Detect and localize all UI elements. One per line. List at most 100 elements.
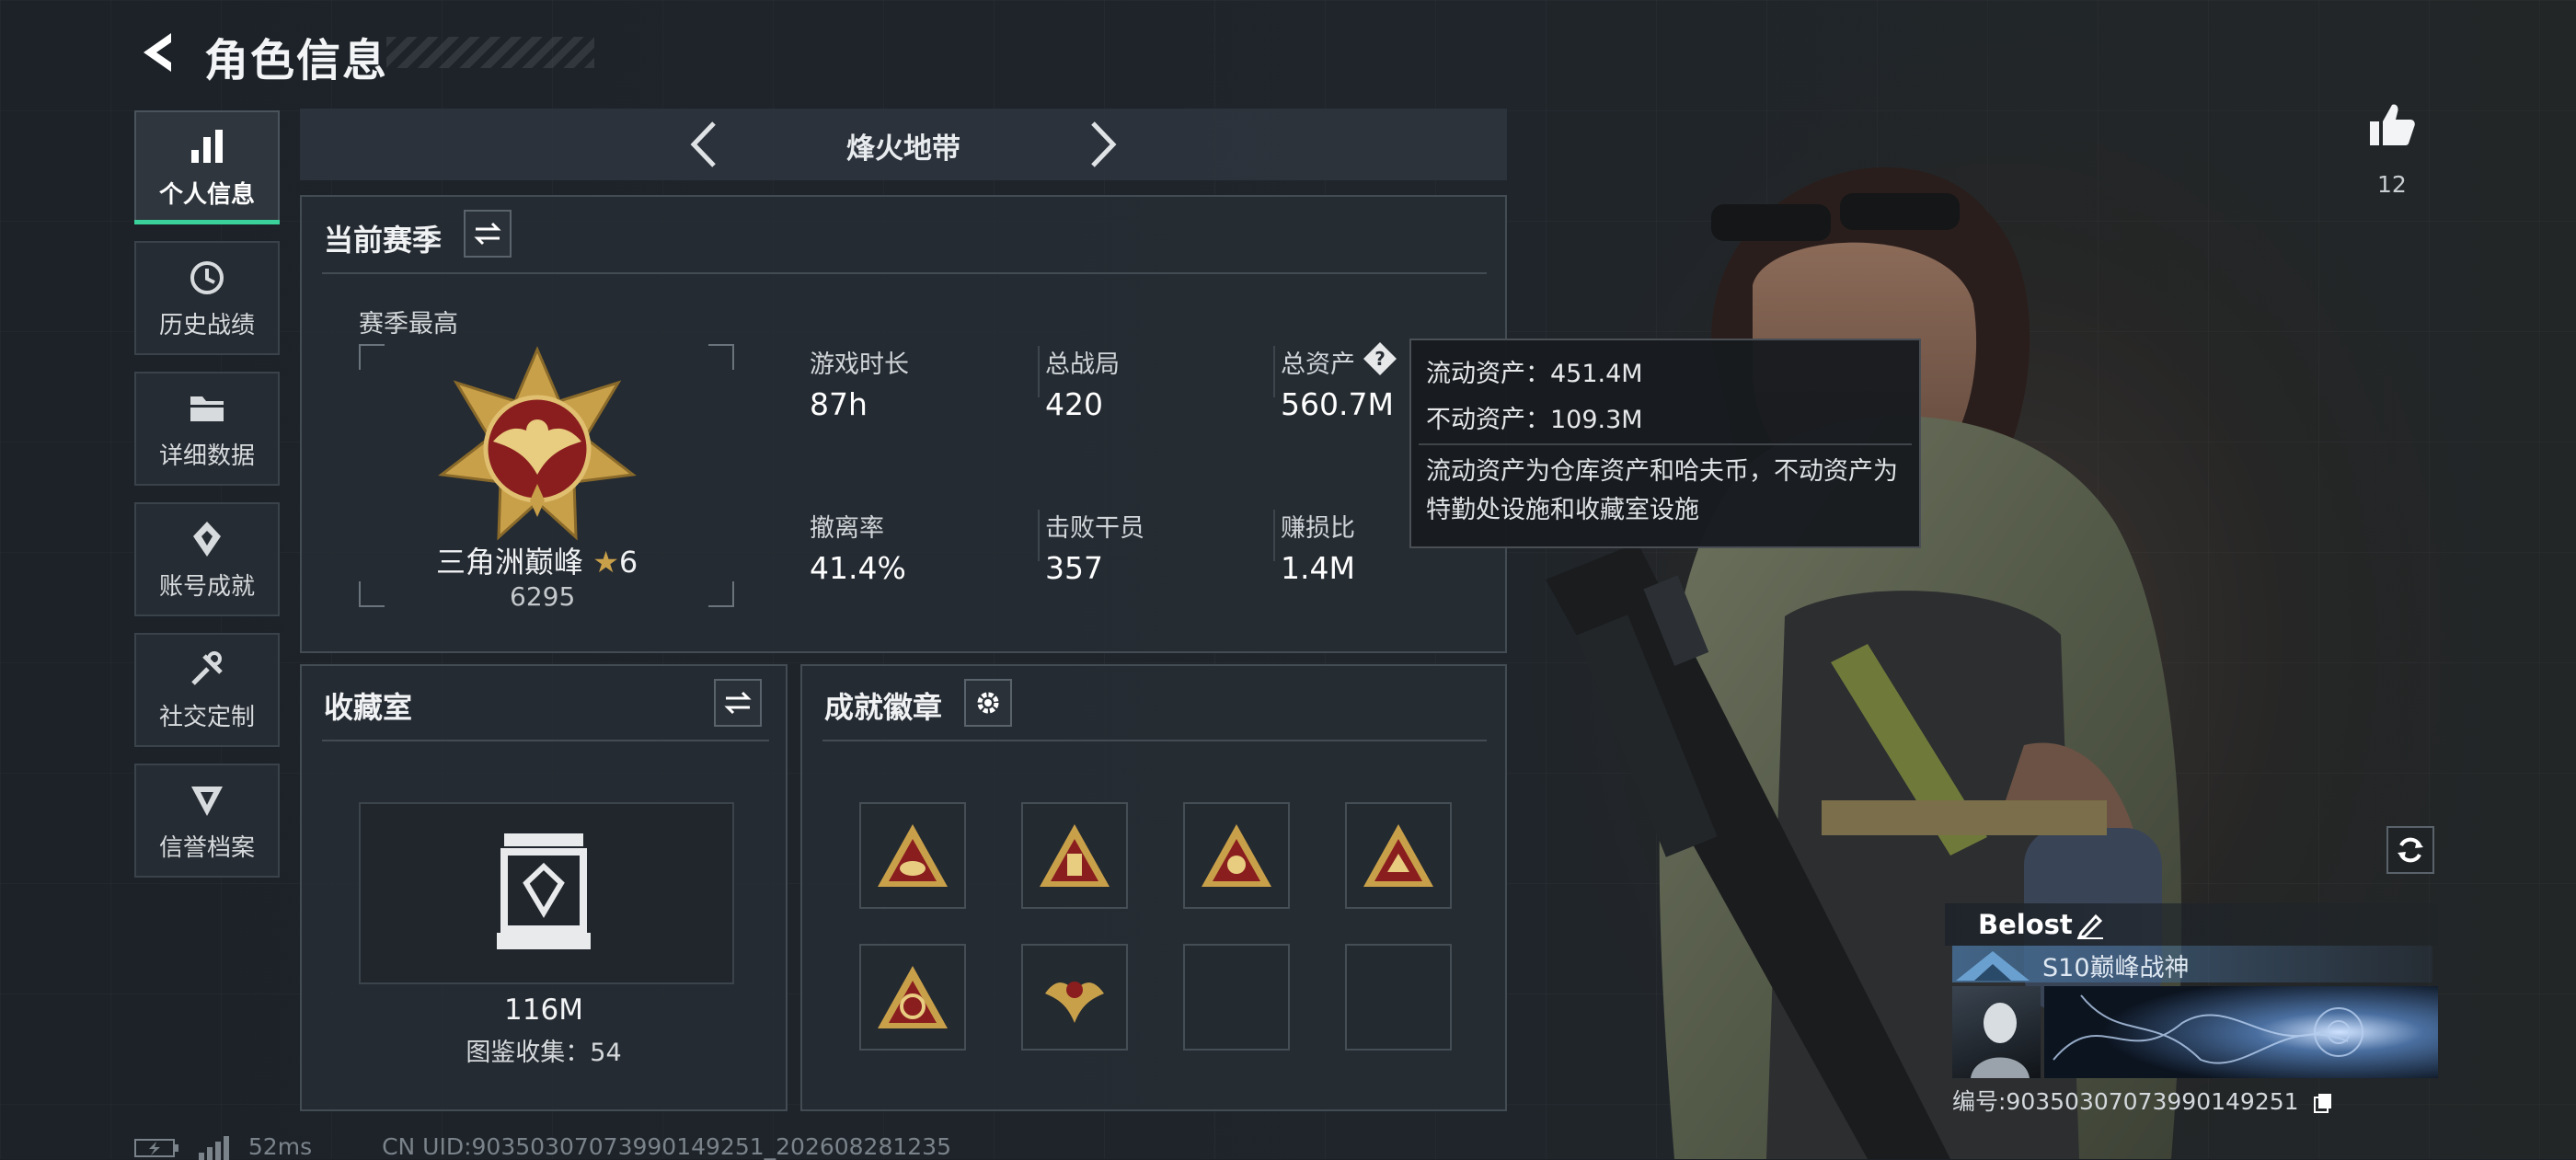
sidebar-item-label: 历史战绩 — [158, 311, 255, 339]
divider — [1419, 443, 1912, 445]
folder-icon — [190, 396, 224, 421]
badge-slot[interactable] — [1021, 944, 1128, 1051]
sidebar-item-social-custom[interactable]: 社交定制 — [134, 633, 280, 747]
collection-switch-button[interactable] — [714, 679, 762, 727]
stat-value-extraction-rate: 41.4% — [810, 550, 906, 586]
title-emblem-icon — [1956, 951, 2030, 981]
avatar[interactable] — [1952, 986, 2041, 1078]
battery-icon — [134, 1139, 178, 1157]
sidebar-item-label: 社交定制 — [158, 703, 255, 731]
thumbs-up-icon — [2370, 104, 2415, 145]
sidebar-item-personal-info[interactable]: 个人信息 — [134, 110, 280, 224]
frame-corner — [708, 344, 734, 370]
status-bar: 52ms CN UID:90350307073990149251_2026082… — [134, 1133, 951, 1160]
bar-chart-icon — [191, 129, 223, 163]
season-title: 当前赛季 — [324, 223, 443, 258]
copy-icon — [2313, 1094, 2331, 1113]
stat-value-playtime: 87h — [810, 386, 868, 422]
achievement-badge-icon — [193, 521, 221, 557]
sidebar-item-label: 详细数据 — [158, 442, 255, 470]
sidebar-item-label: 信誉档案 — [158, 833, 255, 862]
uid-text: CN UID:90350307073990149251_202608281235 — [382, 1133, 951, 1160]
wrench-icon — [191, 650, 223, 685]
achievement-badge-s9-icon — [1045, 982, 1104, 1023]
divider — [322, 740, 769, 741]
badge-slot-empty[interactable] — [1183, 944, 1290, 1051]
tooltip-liquid-assets: 流动资产：451.4M — [1426, 360, 1643, 388]
achievements-title: 成就徽章 — [824, 690, 943, 725]
edit-name-button[interactable] — [2076, 911, 2105, 940]
sidebar-item-label: 账号成就 — [158, 572, 255, 601]
gear-icon — [977, 692, 999, 714]
star-icon: ★ — [592, 545, 619, 580]
badge-slot[interactable] — [1183, 802, 1290, 909]
signal-icon — [198, 1136, 229, 1160]
rank-emblem-icon — [438, 346, 637, 541]
divider — [1038, 510, 1040, 561]
badge-slot[interactable] — [1345, 802, 1452, 909]
stat-label-total-assets: 总资产 — [1281, 350, 1355, 379]
mode-label: 烽火地带 — [846, 132, 960, 166]
rank-name-row: 三角洲巅峰 ★6 — [436, 539, 638, 581]
refresh-icon — [2398, 837, 2423, 863]
badge-slot-empty[interactable] — [1345, 944, 1452, 1051]
collection-count: 图鉴收集：54 — [466, 1039, 622, 1067]
back-arrow-icon — [144, 33, 171, 72]
title-decoration — [386, 37, 594, 68]
badge-slot[interactable] — [1021, 802, 1128, 909]
season-best-label: 赛季最高 — [359, 310, 458, 339]
divider — [822, 740, 1487, 741]
rank-stars: 6 — [618, 545, 638, 580]
stat-value-profit-loss-ratio: 1.4M — [1281, 550, 1355, 586]
collection-panel: 收藏室 116M 图鉴收集：54 — [300, 664, 788, 1111]
sidebar-item-label: 个人信息 — [158, 180, 255, 209]
badge-slot[interactable] — [859, 944, 966, 1051]
sidebar-item-history[interactable]: 历史战绩 — [134, 241, 280, 355]
stat-value-operators-defeated: 357 — [1045, 550, 1103, 586]
avatar-silhouette-icon — [1971, 1003, 2030, 1078]
sidebar-item-account-achievements[interactable]: 账号成就 — [134, 502, 280, 616]
stat-label-operators-defeated: 击败干员 — [1045, 514, 1144, 543]
sidebar-item-credit-file[interactable]: 信誉档案 — [134, 764, 280, 878]
frame-corner — [708, 581, 734, 607]
page-title: 角色信息 — [204, 35, 389, 86]
chevron-right-icon — [1091, 121, 1117, 167]
collection-value: 116M — [504, 993, 583, 1027]
sidebar-item-detailed-data[interactable]: 详细数据 — [134, 372, 280, 486]
stat-label-total-matches: 总战局 — [1045, 350, 1120, 379]
switch-arrows-icon — [474, 222, 501, 246]
badge-slot[interactable] — [859, 802, 966, 909]
question-diamond-icon: ? — [1363, 342, 1397, 375]
like-button[interactable] — [2368, 101, 2416, 149]
collection-preview[interactable] — [359, 802, 734, 984]
rank-score: 6295 — [510, 581, 576, 612]
next-mode-button[interactable] — [1076, 118, 1126, 171]
copy-id-button[interactable] — [2312, 1092, 2334, 1114]
stat-label-playtime: 游戏时长 — [810, 350, 909, 379]
stat-label-extraction-rate: 撤离率 — [810, 514, 884, 543]
divider — [322, 272, 1487, 274]
achievements-panel: 成就徽章 — [800, 664, 1507, 1111]
refresh-button[interactable] — [2386, 826, 2434, 874]
player-name: Belost — [1978, 909, 2073, 940]
mode-selector: 烽火地带 — [300, 109, 1507, 180]
asset-help-button[interactable]: ? — [1362, 340, 1398, 377]
history-clock-icon — [190, 260, 224, 294]
season-panel: 当前赛季 赛季最高 三角洲巅峰 ★6 6295 游戏时长 87h 总战局 420… — [300, 195, 1507, 653]
achievement-badge-2-icon — [1040, 824, 1110, 887]
achievements-settings-button[interactable] — [964, 679, 1012, 727]
tooltip-description: 流动资产为仓库资产和哈夫币，不动资产为特勤处设施和收藏室设施 — [1426, 457, 1898, 524]
player-banner-card[interactable] — [2044, 986, 2438, 1078]
back-button[interactable] — [134, 28, 184, 77]
rank-name: 三角洲巅峰 — [436, 545, 584, 580]
tooltip-fixed-assets: 不动资产：109.3M — [1426, 406, 1643, 434]
player-title: S10巅峰战神 — [2042, 954, 2190, 982]
stat-value-total-assets: 560.7M — [1281, 386, 1394, 422]
switch-arrows-icon — [724, 691, 752, 715]
achievement-badge-3-icon — [1202, 824, 1271, 887]
pencil-icon — [2076, 913, 2103, 939]
achievement-badge-1-icon — [878, 824, 948, 887]
season-switch-button[interactable] — [464, 210, 512, 258]
player-card: Belost S10巅峰战神 编号:90350307073990149251 — [1945, 903, 2438, 1115]
player-id: 编号:90350307073990149251 — [1952, 1084, 2334, 1117]
